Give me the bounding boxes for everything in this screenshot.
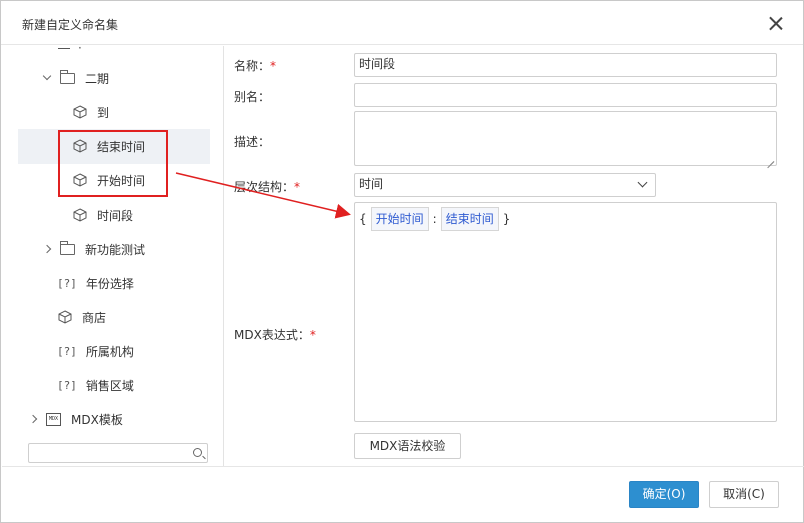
mdx-close-brace: }	[502, 212, 511, 226]
search-icon[interactable]	[193, 448, 202, 457]
tree-item-time-range[interactable]: 时间段	[73, 201, 133, 229]
mdx-token-end-time[interactable]: 结束时间	[440, 207, 499, 231]
hierarchy-select[interactable]: 时间	[354, 173, 656, 197]
tree-item-year-select[interactable]: [?] 年份选择	[57, 269, 134, 297]
dialog-titlebar: 新建自定义命名集	[1, 1, 803, 45]
mdx-token-start-time[interactable]: 开始时间	[370, 207, 429, 231]
tree-item-erqi[interactable]: 二期	[42, 64, 109, 92]
footer-divider	[2, 466, 804, 467]
tree-item-label: 时间段	[97, 208, 134, 223]
name-label: 名称：*	[234, 59, 277, 73]
mdx-validate-button[interactable]: MDX语法校验	[354, 433, 461, 459]
mdx-label: MDX表达式：*	[234, 328, 316, 342]
resize-handle-icon[interactable]	[766, 155, 774, 163]
description-label: 描述：	[234, 135, 271, 149]
mdx-expression-editor[interactable]: { 开始时间 : 结束时间 }	[354, 202, 777, 422]
tree-item-label: 新功能测试	[85, 242, 146, 257]
mdx-open-brace: {	[359, 212, 367, 226]
tree-item-label: 商店	[82, 310, 107, 325]
tree-item-partial: ·	[58, 46, 82, 62]
question-mark-icon: [?]	[57, 276, 77, 290]
tree-item-label: 到	[97, 105, 110, 120]
question-mark-icon: [?]	[57, 378, 77, 392]
tree-item-sales-region[interactable]: [?] 销售区域	[57, 371, 134, 399]
cube-icon	[73, 208, 87, 222]
tree-item-org[interactable]: [?] 所属机构	[57, 337, 134, 365]
annotation-highlight-box	[58, 130, 168, 197]
cancel-button[interactable]: 取消(C)	[709, 481, 779, 508]
tree-item-mdx-template[interactable]: MDX MDX模板	[28, 405, 123, 433]
cube-icon	[58, 310, 72, 324]
folder-icon	[60, 240, 75, 255]
dimension-tree-panel: · 二期 到 结束时间 开始时间 时间段 新功能测试 [?] 年份选择 商店 […	[2, 46, 224, 466]
folder-icon	[60, 69, 75, 84]
tree-item-label: MDX模板	[71, 412, 123, 427]
chevron-right-icon[interactable]	[42, 244, 52, 254]
mdx-separator: :	[432, 212, 437, 226]
description-field[interactable]	[354, 111, 777, 166]
tree-item-label: 销售区域	[85, 378, 134, 393]
hierarchy-label: 层次结构：*	[234, 180, 301, 194]
ok-button[interactable]: 确定(O)	[629, 481, 699, 508]
tree-search-input[interactable]	[28, 443, 208, 463]
cube-icon	[73, 105, 87, 119]
chevron-down-icon[interactable]	[42, 73, 52, 83]
tree-item-new-feature-test[interactable]: 新功能测试	[42, 235, 145, 263]
close-icon[interactable]	[767, 15, 785, 33]
question-mark-icon: [?]	[57, 344, 77, 358]
tree-item-label: 所属机构	[85, 344, 134, 359]
alias-field[interactable]	[354, 83, 777, 107]
hierarchy-selected-value: 时间	[359, 177, 384, 191]
tree-item-label: 二期	[85, 71, 110, 86]
new-named-set-dialog: 新建自定义命名集 · 二期 到 结束时间 开始时间 时间段 新功能测试 [?] …	[0, 0, 804, 523]
chevron-right-icon[interactable]	[28, 414, 38, 424]
mdx-icon: MDX	[46, 412, 61, 426]
name-field[interactable]: 时间段	[354, 53, 777, 77]
alias-label: 别名：	[234, 90, 271, 104]
tree-item-dao[interactable]: 到	[73, 98, 109, 126]
mdx-expression-line: { 开始时间 : 结束时间 }	[359, 207, 510, 231]
tree-item-store[interactable]: 商店	[58, 303, 106, 331]
tree-item-label: 年份选择	[85, 276, 134, 291]
dialog-title: 新建自定义命名集	[22, 18, 119, 32]
chevron-down-icon	[637, 177, 648, 188]
